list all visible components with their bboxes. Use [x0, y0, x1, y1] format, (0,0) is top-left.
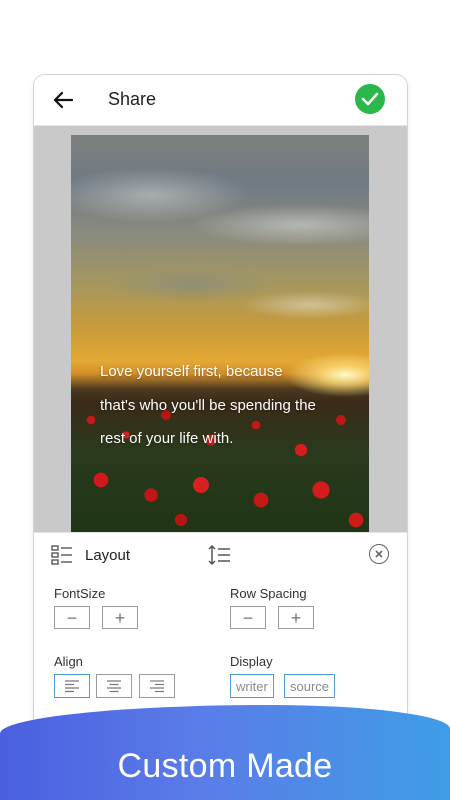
display-source-toggle[interactable]: source — [284, 674, 336, 698]
fontsize-decrease-button[interactable]: − — [54, 606, 90, 629]
line-spacing-icon[interactable] — [207, 544, 231, 566]
fontsize-label: FontSize — [54, 586, 106, 601]
align-right-button[interactable] — [139, 674, 175, 698]
display-label: Display — [230, 654, 273, 669]
fontsize-increase-button[interactable]: + — [102, 606, 138, 629]
align-center-icon — [107, 680, 121, 693]
align-label: Align — [54, 654, 83, 669]
quote-poster[interactable]: Love yourself first, because that's who … — [71, 135, 369, 532]
align-right-icon — [150, 680, 164, 693]
close-panel-button[interactable] — [369, 544, 389, 564]
list-layout-icon[interactable] — [51, 544, 73, 566]
confirm-button[interactable] — [355, 84, 385, 114]
align-left-button[interactable] — [54, 674, 90, 698]
preview-canvas: Love yourself first, because that's who … — [34, 126, 407, 532]
align-center-button[interactable] — [96, 674, 132, 698]
close-icon — [375, 550, 383, 558]
sky-clouds — [71, 135, 369, 374]
promo-banner: Custom Made — [0, 705, 450, 800]
row-spacing-decrease-button[interactable]: − — [230, 606, 266, 629]
app-bar: Share — [34, 75, 407, 126]
page-title: Share — [108, 89, 157, 109]
banner-title: Custom Made — [117, 747, 333, 785]
arrow-left-icon — [53, 91, 73, 109]
layout-toolbar: Layout — [34, 532, 407, 579]
phone-frame: Share Love yourself first, because that'… — [33, 74, 408, 756]
check-icon — [361, 92, 379, 106]
layout-label: Layout — [85, 547, 131, 564]
row-spacing-increase-button[interactable]: + — [278, 606, 314, 629]
align-left-icon — [65, 680, 79, 693]
display-writer-toggle[interactable]: writer — [230, 674, 274, 698]
back-button[interactable] — [50, 87, 76, 113]
row-spacing-label: Row Spacing — [230, 586, 307, 601]
quote-text[interactable]: Love yourself first, because that's who … — [100, 355, 360, 456]
